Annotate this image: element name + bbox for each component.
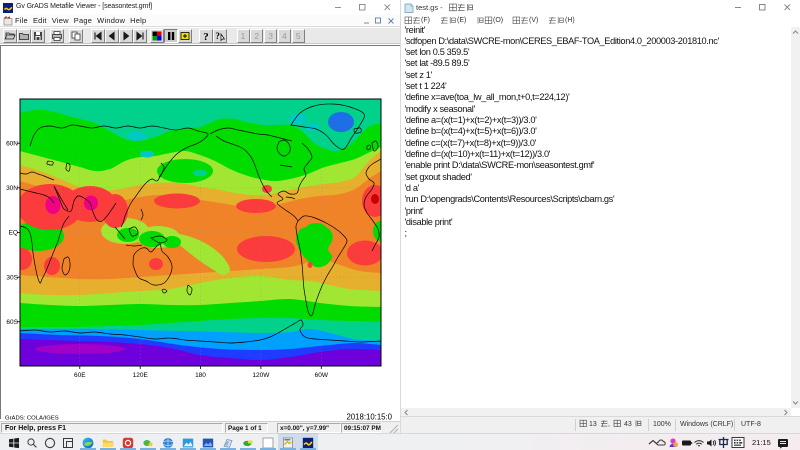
- svg-text:180: 180: [195, 372, 206, 379]
- svg-text:EQ: EQ: [9, 230, 18, 237]
- svg-text:120W: 120W: [252, 372, 270, 379]
- svg-text:60W: 60W: [315, 372, 329, 379]
- svg-text:30S: 30S: [6, 274, 18, 281]
- svg-text:30N: 30N: [6, 185, 18, 192]
- svg-text:60E: 60E: [74, 372, 86, 379]
- svg-text:120E: 120E: [133, 372, 149, 379]
- svg-text:60N: 60N: [6, 140, 18, 147]
- svg-text:60S: 60S: [6, 319, 18, 326]
